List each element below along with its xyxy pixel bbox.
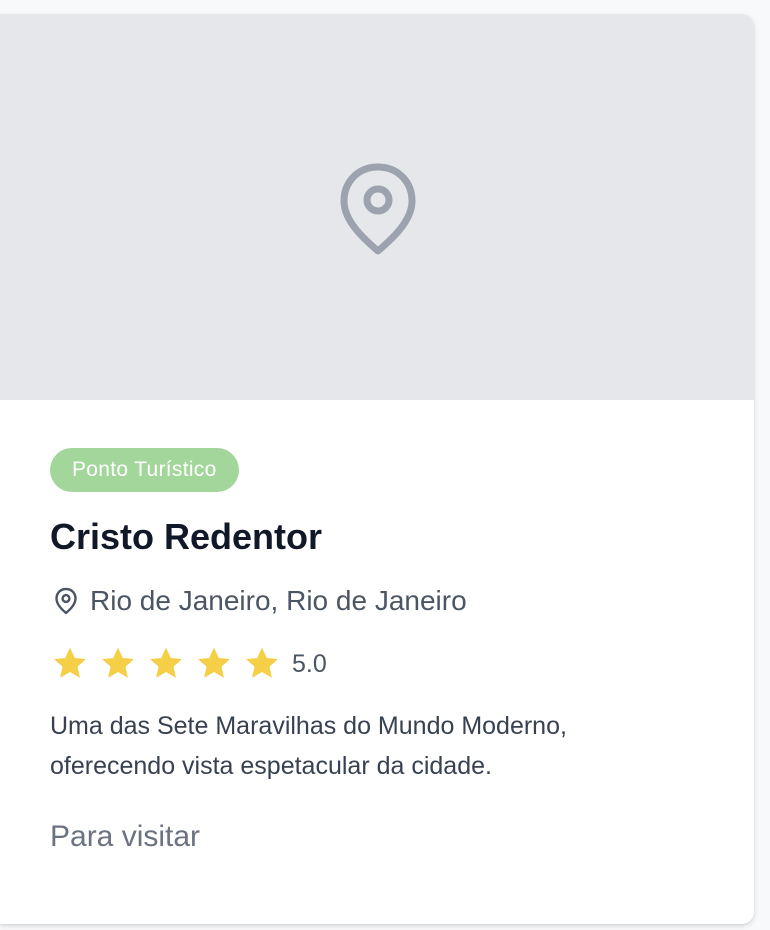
map-pin-icon: [55, 587, 77, 615]
attraction-card[interactable]: Ponto Turístico Cristo Redentor Rio de J…: [0, 14, 754, 924]
star-icon: [150, 647, 182, 678]
attraction-title: Cristo Redentor: [50, 516, 323, 557]
visit-status: Para visitar: [50, 820, 201, 853]
star-rating: [50, 644, 290, 684]
attraction-description: Uma das Sete Maravilhas do Mundo Moderno…: [50, 712, 567, 780]
card-content: Ponto Turístico Cristo Redentor Rio de J…: [50, 448, 724, 854]
category-badge: Ponto Turístico: [50, 448, 239, 492]
star-icon: [198, 647, 230, 678]
star-icon: [246, 647, 278, 678]
rating-row: 5.0: [50, 644, 724, 684]
location-row: Rio de Janeiro, Rio de Janeiro: [50, 582, 724, 620]
map-pin-icon: [340, 163, 416, 255]
star-icon: [54, 647, 86, 678]
star-icon: [102, 647, 134, 678]
rating-score: 5.0: [292, 649, 327, 678]
image-placeholder: [0, 14, 754, 400]
location-text: Rio de Janeiro, Rio de Janeiro: [90, 585, 467, 616]
